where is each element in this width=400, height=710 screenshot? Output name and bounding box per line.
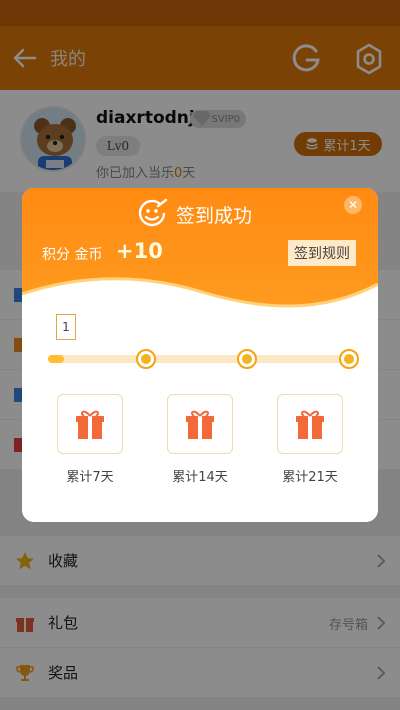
points-label: 积分 金币 [42,247,103,263]
milestone-dot-7 [136,349,156,369]
milestone-dot-21 [339,349,359,369]
reward-label-7: 累计7天 [66,470,114,485]
gift-icon [76,410,104,439]
reward-label-21: 累计21天 [282,470,338,485]
header-dim-overlay [0,26,400,90]
modal-title: 签到成功 [176,205,253,227]
close-icon[interactable]: ✕ [344,196,362,214]
checkin-success-modal: ✕ 签到成功 积分 金币 +10 签到规则 1 累计7天 累计14天 累计21天 [22,188,378,522]
gift-icon [186,410,214,439]
smile-icon [138,198,168,227]
reward-gift-21[interactable] [277,394,343,454]
reward-gift-14[interactable] [167,394,233,454]
progress-day-badge: 1 [56,314,76,340]
status-bar [0,0,400,26]
reward-label-14: 累计14天 [172,470,228,485]
milestone-dot-14 [237,349,257,369]
reward-gift-7[interactable] [57,394,123,454]
points-value: +10 [116,239,163,263]
checkin-rules-button[interactable]: 签到规则 [288,240,356,266]
checkin-progress-fill [48,355,64,363]
gift-icon [296,410,324,439]
checkin-progress-track [48,355,358,363]
